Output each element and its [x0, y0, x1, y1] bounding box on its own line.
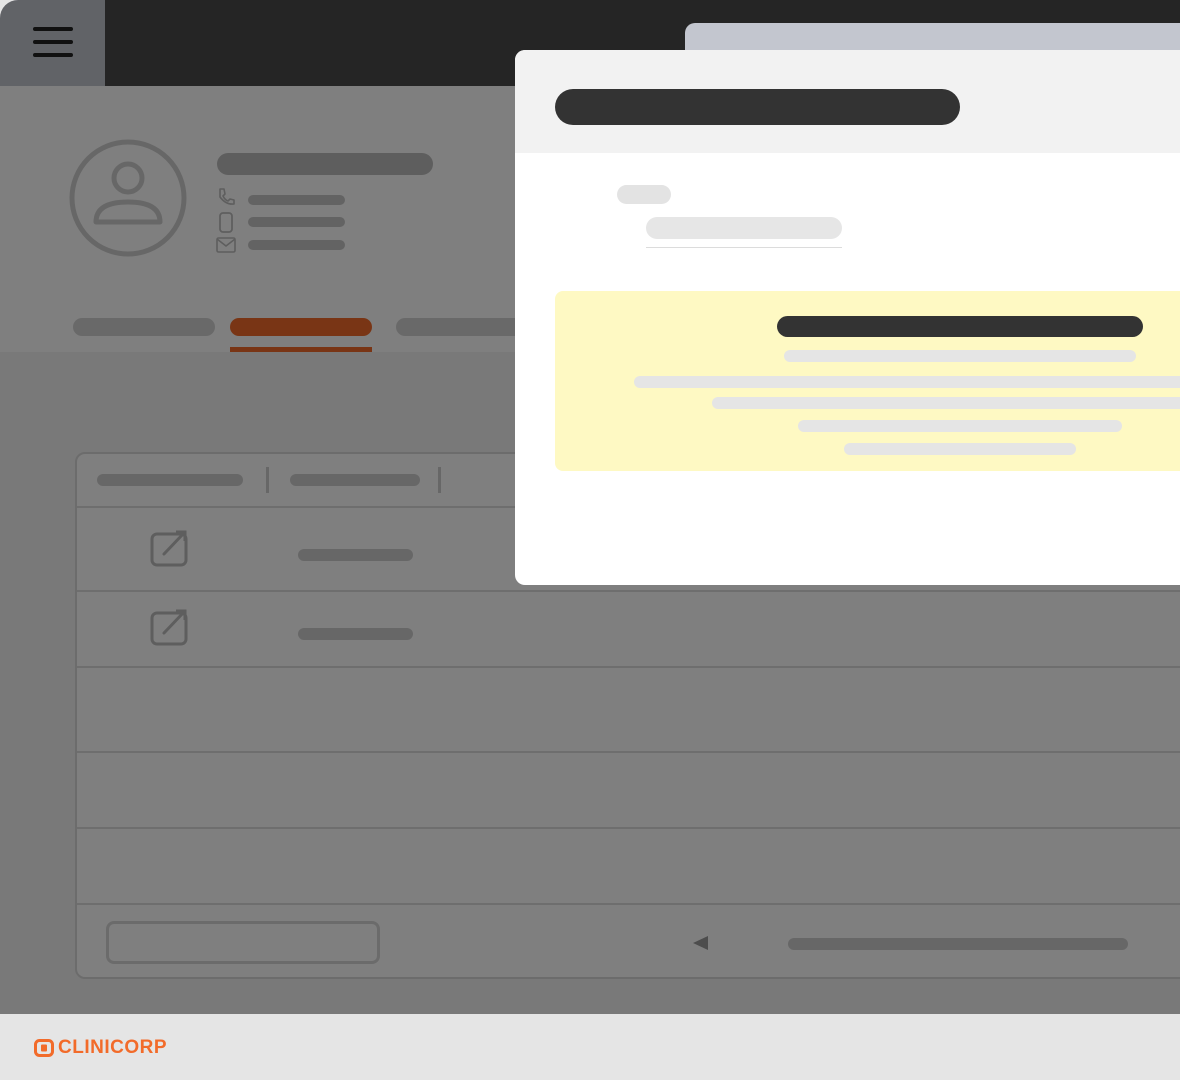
- modal-dialog: [515, 50, 1180, 585]
- field-input-underline: [646, 247, 842, 248]
- notice-line-placeholder: [798, 420, 1122, 432]
- brand-name: CLINICORP: [58, 1037, 167, 1058]
- clinicorp-logo-icon: [34, 1039, 54, 1057]
- notice-title-placeholder: [777, 316, 1143, 337]
- brand-logo: CLINICORP: [34, 1038, 167, 1058]
- modal-title-placeholder: [555, 89, 960, 125]
- footer-bar: [0, 1014, 1180, 1080]
- field-input-placeholder[interactable]: [646, 217, 842, 239]
- notice-line-placeholder: [784, 350, 1136, 362]
- notice-line-placeholder: [712, 397, 1180, 409]
- field-label-placeholder: [617, 185, 671, 204]
- modal-header: [515, 50, 1180, 153]
- notice-line-placeholder: [634, 376, 1180, 388]
- warning-notice: [555, 291, 1180, 471]
- notice-line-placeholder: [844, 443, 1076, 455]
